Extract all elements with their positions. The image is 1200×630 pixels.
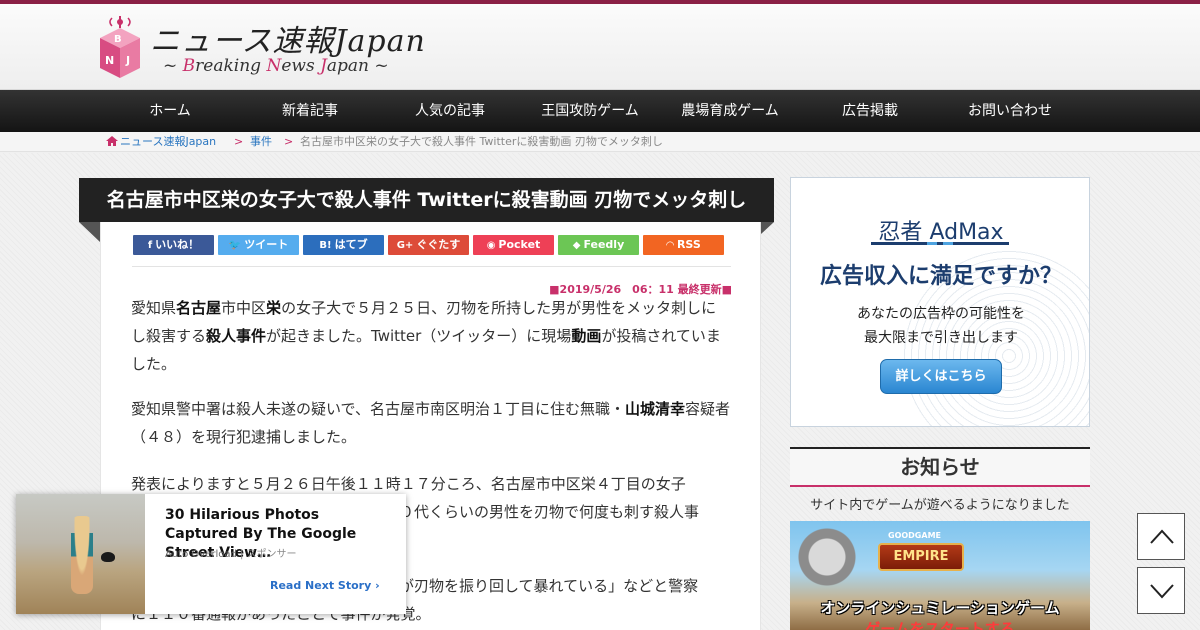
chevron-right-icon: › bbox=[375, 579, 380, 592]
share-pocket-button[interactable]: ◉ Pocket bbox=[473, 235, 554, 255]
article-title: 名古屋市中区栄の女子大で殺人事件 Twitterに殺害動画 刃物でメッタ刺し bbox=[79, 178, 774, 222]
subtitle-cap-b: B bbox=[182, 56, 196, 76]
nav-item-popular[interactable]: 人気の記事 bbox=[385, 90, 515, 132]
breadcrumb-current: 名古屋市中区栄の女子大で殺人事件 Twitterに殺害動画 刃物でメッタ刺し bbox=[300, 135, 663, 148]
google-plus-icon: G+ bbox=[396, 240, 414, 251]
feedly-icon: ◆ bbox=[572, 240, 581, 251]
logo-letter-b: B bbox=[114, 34, 122, 45]
breadcrumb-separator: > bbox=[284, 135, 294, 148]
nav-item-home[interactable]: ホーム bbox=[105, 90, 235, 132]
chevron-up-icon bbox=[1150, 529, 1174, 544]
subtitle-ews: ews bbox=[281, 56, 321, 76]
scroll-top-button[interactable] bbox=[1137, 513, 1185, 560]
share-pocket-label: Pocket bbox=[498, 238, 541, 251]
share-googleplus-label: ぐぐたす bbox=[416, 238, 461, 251]
keyword: 名古屋 bbox=[176, 299, 222, 317]
share-twitter-label: ツイート bbox=[244, 238, 289, 251]
recommend-sponsor: スポンサー bbox=[246, 549, 297, 560]
article-paragraph-2: 愛知県警中署は殺人未遂の疑いで、名古屋市南区明治１丁目に住む無職・山城清幸容疑者… bbox=[131, 395, 731, 451]
recommend-source-name: Auto Overload bbox=[165, 549, 237, 560]
logo-letter-n: N bbox=[105, 54, 114, 67]
subtitle-cap-j: J bbox=[320, 56, 327, 76]
subtitle-apan: apan ~ bbox=[326, 56, 389, 76]
share-hatena-label: はてブ bbox=[334, 238, 368, 251]
share-rss-button[interactable]: ◠ RSS bbox=[643, 235, 724, 255]
nav-item-new-articles[interactable]: 新着記事 bbox=[245, 90, 375, 132]
breadcrumb-separator: > bbox=[234, 135, 244, 148]
keyword: 殺人事件 bbox=[206, 327, 267, 345]
recommend-source: Auto Overload | スポンサー bbox=[165, 549, 297, 560]
nav-item-contact[interactable]: お問い合わせ bbox=[945, 90, 1075, 132]
text: 愛知県 bbox=[131, 299, 177, 317]
chevron-down-icon bbox=[1150, 584, 1174, 599]
game-logo-top: GOODGAME bbox=[888, 531, 941, 540]
breadcrumb-home-label: ニュース速報Japan bbox=[120, 135, 217, 148]
nav-item-farm-game[interactable]: 農場育成ゲーム bbox=[665, 90, 795, 132]
site-header: B N J ニュース速報Japan ~ Breaking News Japan … bbox=[0, 4, 1200, 90]
text: 発表によりますと５月２６日午後１１時１７分ころ、名古屋市中区栄４丁目の女子 bbox=[131, 475, 686, 493]
bird-icon bbox=[101, 552, 115, 562]
text: が起きました。Twitter（ツイッター）に現場 bbox=[266, 327, 572, 345]
ad-copy-line-2: 最大限まで引き出します bbox=[864, 330, 1018, 346]
scroll-bottom-button[interactable] bbox=[1137, 567, 1185, 614]
text: 市中区 bbox=[221, 299, 267, 317]
share-hatena-button[interactable]: B! はてブ bbox=[303, 235, 384, 255]
game-banner[interactable]: GOODGAME EMPIRE オンラインシュミレーションゲーム ゲームをスター… bbox=[790, 521, 1090, 630]
share-facebook-button[interactable]: f いいね！ bbox=[133, 235, 214, 255]
title-ribbon-fold-right bbox=[761, 222, 774, 234]
read-next-story-link[interactable]: Read Next Story › bbox=[270, 579, 380, 592]
pocket-icon: ◉ bbox=[486, 240, 496, 251]
breadcrumb-category[interactable]: 事件 bbox=[250, 132, 272, 152]
game-text: オンラインシュミレーションゲーム bbox=[820, 599, 1060, 617]
hatena-icon: B! bbox=[319, 240, 332, 251]
text: 愛知県警中署は殺人未遂の疑いで、名古屋市南区明治１丁目に住む無職・ bbox=[131, 400, 625, 418]
recommend-thumbnail[interactable] bbox=[16, 494, 145, 614]
notice-heading: お知らせ bbox=[790, 447, 1090, 487]
subtitle-prefix: ~ bbox=[163, 56, 183, 76]
keyword: 山城清幸 bbox=[624, 400, 685, 418]
home-icon bbox=[106, 136, 118, 146]
breadcrumb: ニュース速報Japan > 事件 > 名古屋市中区栄の女子大で殺人事件 Twit… bbox=[0, 132, 1200, 152]
title-ribbon-fold-left bbox=[79, 222, 100, 242]
read-next-label: Read Next Story bbox=[270, 579, 372, 592]
subtitle-cap-n: N bbox=[266, 56, 282, 76]
rss-icon: ◠ bbox=[666, 240, 674, 251]
share-twitter-button[interactable]: 🐦 ツイート bbox=[218, 235, 299, 255]
ad-brand-underline bbox=[871, 242, 1009, 245]
breadcrumb-home[interactable]: ニュース速報Japan bbox=[106, 132, 216, 152]
share-divider bbox=[132, 266, 731, 267]
share-facebook-label: いいね！ bbox=[155, 238, 200, 251]
game-cta[interactable]: ゲームをスタートする bbox=[790, 618, 1090, 630]
article-paragraph-1: 愛知県名古屋市中区栄の女子大で５月２５日、刃物を所持した男が男性をメッタ刺しにし… bbox=[131, 294, 731, 378]
text: が刃物を振り回して暴れている」などと警察 bbox=[399, 577, 699, 595]
runner-figure bbox=[71, 516, 93, 594]
text: ０代くらいの男性を刃物で何度も刺す殺人事 bbox=[399, 503, 700, 521]
subtitle-reaking: reaking bbox=[195, 56, 267, 76]
notice-text[interactable]: サイト内でゲームが遊べるようになりました bbox=[790, 494, 1090, 513]
main-nav: ホーム 新着記事 人気の記事 王国攻防ゲーム 農場育成ゲーム 広告掲載 お問い合… bbox=[0, 90, 1200, 132]
logo-letter-j: J bbox=[125, 54, 130, 67]
ad-copy-line-1: あなたの広告枠の可能性を bbox=[857, 306, 1025, 322]
game-logo: EMPIRE bbox=[878, 543, 964, 571]
site-subtitle: ~ Breaking News Japan ~ bbox=[163, 56, 389, 76]
ninja-admax-ad[interactable]: 忍者 AdMax 広告収入に満足ですか？ あなたの広告枠の可能性を 最大限まで引… bbox=[790, 177, 1090, 427]
recommend-widget[interactable]: 30 Hilarious Photos Captured By The Goog… bbox=[16, 494, 406, 614]
keyword: 栄 bbox=[266, 299, 282, 317]
nav-item-advertise[interactable]: 広告掲載 bbox=[805, 90, 935, 132]
share-feedly-button[interactable]: ◆ Feedly bbox=[558, 235, 639, 255]
keyword: 動画 bbox=[571, 327, 602, 345]
share-rss-label: RSS bbox=[676, 238, 701, 251]
nav-item-kingdom-game[interactable]: 王国攻防ゲーム bbox=[525, 90, 655, 132]
share-feedly-label: Feedly bbox=[583, 238, 625, 251]
share-googleplus-button[interactable]: G+ ぐぐたす bbox=[388, 235, 469, 255]
ad-details-button[interactable]: 詳しくはこちら bbox=[880, 359, 1002, 394]
site-title[interactable]: ニュース速報Japan bbox=[150, 16, 426, 60]
facebook-icon: f bbox=[147, 240, 153, 251]
cube-antenna-logo-icon[interactable]: B N J bbox=[98, 14, 142, 82]
twitter-bird-icon: 🐦 bbox=[228, 240, 242, 251]
ad-headline: 広告収入に満足ですか？ bbox=[819, 264, 1062, 289]
